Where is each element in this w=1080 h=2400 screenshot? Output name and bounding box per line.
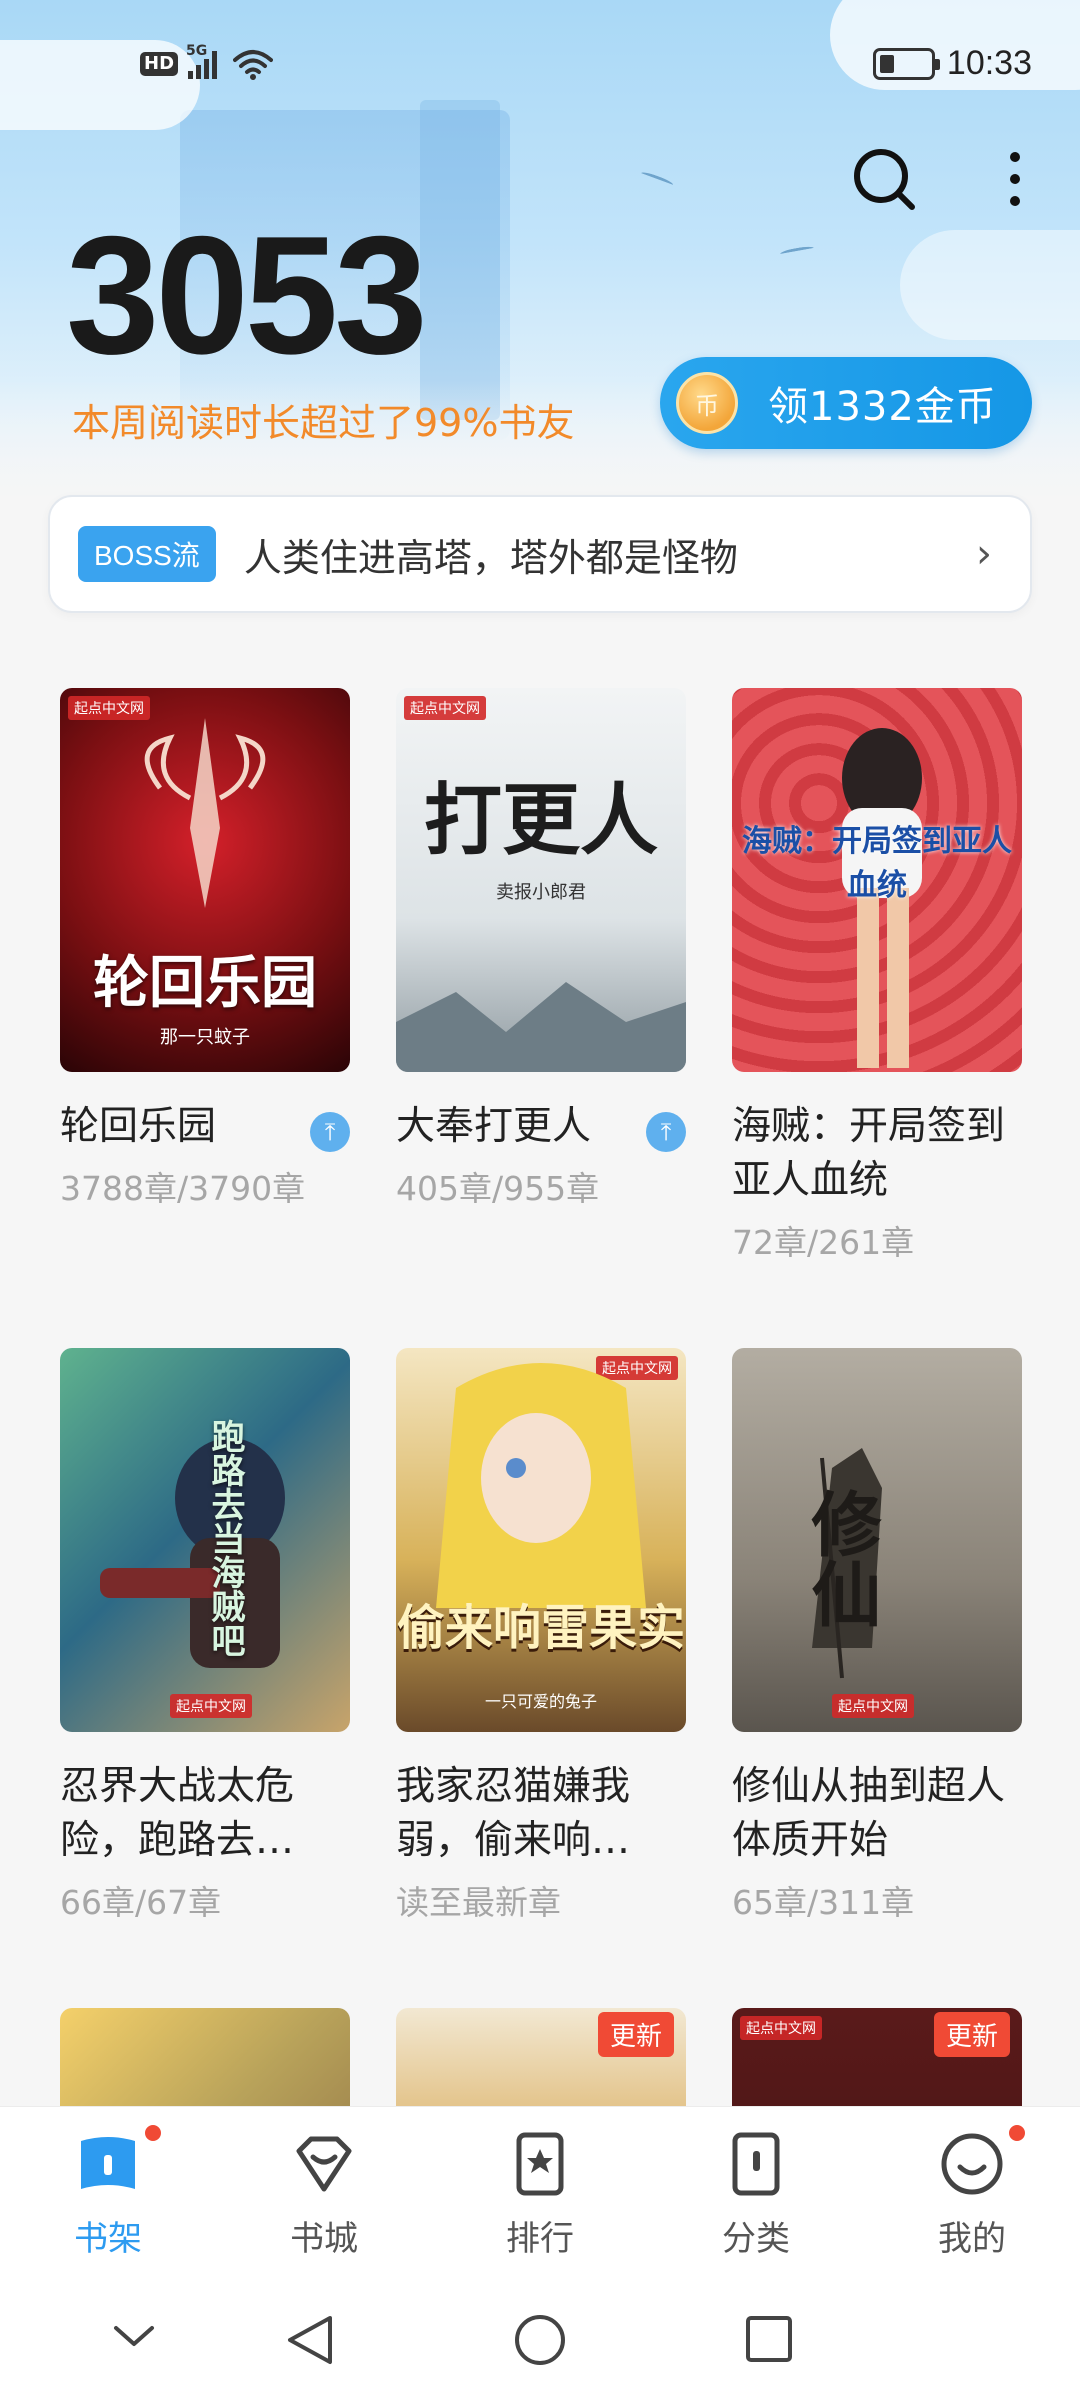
- book-cover[interactable]: 跑路去当海贼吧 起点中文网: [60, 1348, 350, 1732]
- book-cover[interactable]: 更新: [396, 2008, 686, 2106]
- book-progress: 405章/955章: [396, 1169, 600, 1208]
- nav-label: 我的: [938, 2219, 1006, 2259]
- book-card[interactable]: 起点中文网 更新: [732, 2008, 1022, 2106]
- recommendation-tag: BOSS流: [78, 526, 216, 582]
- coin-icon: 币: [676, 372, 738, 434]
- book-cover[interactable]: 修仙 起点中文网: [732, 1348, 1022, 1732]
- brand-label: 起点中文网: [170, 1694, 252, 1718]
- nav-label: 分类: [722, 2219, 790, 2259]
- book-progress: 66章/67章: [60, 1883, 222, 1922]
- cover-title: 轮回乐园: [93, 951, 317, 1016]
- wifi-icon: [233, 50, 274, 80]
- cover-art: [396, 982, 686, 1072]
- book-cover[interactable]: 起点中文网 打更人 卖报小郎君: [396, 688, 686, 1072]
- cover-title: 跑路去当海贼吧: [205, 1419, 245, 1657]
- back-icon[interactable]: [288, 2316, 332, 2364]
- bottom-nav: 书架 书城 排行 分类 我的: [0, 2106, 1080, 2282]
- book-cover[interactable]: 起点中文网 更新: [732, 2008, 1022, 2106]
- notification-dot: [1007, 2123, 1027, 2143]
- book-card[interactable]: 更新: [396, 2008, 686, 2106]
- chevron-right-icon: ›: [976, 531, 992, 577]
- book-title: 我家忍猫嫌我弱，偷来响…: [396, 1764, 631, 1863]
- status-time: 10:33: [946, 44, 1032, 82]
- book-card[interactable]: 起点中文网 偷来响雷果实 一只可爱的兔子 我家忍猫嫌我弱，偷来响… 读至最新章: [396, 1348, 686, 1924]
- nav-profile[interactable]: 我的: [864, 2107, 1080, 2282]
- book-card[interactable]: 起点中文网 轮回乐园 那一只蚊子 轮回乐园 ⤒ 3788章/3790章: [60, 688, 350, 1210]
- book-card[interactable]: [60, 2008, 350, 2106]
- home-icon[interactable]: [515, 2315, 565, 2365]
- cloud-decoration: [900, 230, 1080, 340]
- cover-title: 修仙: [800, 1488, 882, 1628]
- book-card[interactable]: 起点中文网 打更人 卖报小郎君 大奉打更人 ⤒ 405章/955章: [396, 688, 686, 1210]
- book-card[interactable]: 海贼：开局签到亚人血统 海贼：开局签到亚人血统 72章/261章: [732, 688, 1022, 1264]
- brand-label: 起点中文网: [832, 1694, 914, 1718]
- book-progress: 读至最新章: [396, 1883, 561, 1922]
- bookshelf-icon: [73, 2123, 163, 2199]
- book-progress: 72章/261章: [732, 1223, 915, 1262]
- reading-stat-text[interactable]: 本周阅读时长超过了99%书友: [72, 392, 574, 447]
- search-icon[interactable]: [850, 145, 920, 215]
- nav-label: 书城: [290, 2219, 358, 2259]
- claim-coins-button[interactable]: 币 领1332金币: [660, 357, 1032, 449]
- cover-author: 卖报小郎君: [496, 882, 586, 903]
- book-title: 轮回乐园 ⤒: [60, 1100, 350, 1154]
- book-title-text: 轮回乐园: [60, 1104, 217, 1149]
- status-bar: HD 5G 10:33: [0, 0, 1080, 130]
- cover-author: 一只可爱的兔子: [484, 1692, 597, 1711]
- book-title: 忍界大战太危险，跑路去…: [60, 1764, 295, 1863]
- recommendation-banner[interactable]: BOSS流 人类住进高塔，塔外都是怪物 ›: [48, 495, 1032, 613]
- recents-icon[interactable]: [746, 2316, 792, 2362]
- recommendation-text: 人类住进高塔，塔外都是怪物: [243, 535, 738, 580]
- cover-title: 打更人: [423, 776, 658, 866]
- cover-art: [144, 718, 266, 908]
- book-cover[interactable]: 海贼：开局签到亚人血统: [732, 688, 1022, 1072]
- signal-icon: 5G: [186, 43, 218, 79]
- brand-label: 起点中文网: [404, 696, 486, 720]
- system-nav-bar: [0, 2282, 1080, 2400]
- notification-dot: [143, 2123, 163, 2143]
- bird-decoration: [779, 245, 815, 257]
- claim-coins-label: 领1332金币: [768, 384, 997, 430]
- battery-icon: [872, 47, 940, 80]
- profile-icon: [937, 2123, 1027, 2199]
- network-type: 5G: [186, 43, 208, 59]
- ranking-icon: [505, 2129, 575, 2199]
- category-icon: [721, 2129, 791, 2199]
- nav-category[interactable]: 分类: [648, 2107, 864, 2282]
- bird-decoration: [639, 170, 675, 188]
- book-progress: 65章/311章: [732, 1883, 915, 1922]
- cover-title: 偷来响雷果实: [396, 1600, 685, 1656]
- book-title: 修仙从抽到超人体质开始: [732, 1764, 1006, 1863]
- banner-illustration-spine: [420, 100, 500, 420]
- pinned-top-icon: ⤒: [646, 1112, 686, 1152]
- nav-ranking[interactable]: 排行: [432, 2107, 648, 2282]
- book-cover[interactable]: 起点中文网 轮回乐园 那一只蚊子: [60, 688, 350, 1072]
- nav-bookshelf[interactable]: 书架: [0, 2107, 216, 2282]
- book-cover[interactable]: 起点中文网 偷来响雷果实 一只可爱的兔子: [396, 1348, 686, 1732]
- hd-badge: HD: [140, 52, 179, 76]
- bookstore-icon: [289, 2129, 359, 2199]
- book-card[interactable]: 修仙 起点中文网 修仙从抽到超人体质开始 65章/311章: [732, 1348, 1022, 1924]
- reading-minutes: 3053: [66, 201, 428, 389]
- book-title-text: 大奉打更人: [396, 1104, 592, 1149]
- nav-label: 书架: [74, 2219, 142, 2259]
- brand-label: 起点中文网: [740, 2016, 822, 2040]
- book-title: 海贼：开局签到亚人血统: [732, 1104, 1006, 1203]
- update-badge: 更新: [933, 2012, 1010, 2057]
- book-title: 大奉打更人 ⤒: [396, 1100, 686, 1154]
- nav-bookstore[interactable]: 书城: [216, 2107, 432, 2282]
- cover-author: 那一只蚊子: [160, 1027, 250, 1048]
- book-card[interactable]: 跑路去当海贼吧 起点中文网 忍界大战太危险，跑路去… 66章/67章: [60, 1348, 350, 1924]
- book-cover[interactable]: [60, 2008, 350, 2106]
- chevron-down-icon[interactable]: [114, 2326, 154, 2346]
- update-badge: 更新: [597, 2012, 674, 2057]
- more-vertical-icon[interactable]: [995, 145, 1035, 215]
- book-progress: 3788章/3790章: [60, 1169, 306, 1208]
- cover-title: 海贼：开局签到亚人血统: [742, 824, 1012, 903]
- nav-label: 排行: [506, 2219, 574, 2259]
- pinned-top-icon: ⤒: [310, 1112, 350, 1152]
